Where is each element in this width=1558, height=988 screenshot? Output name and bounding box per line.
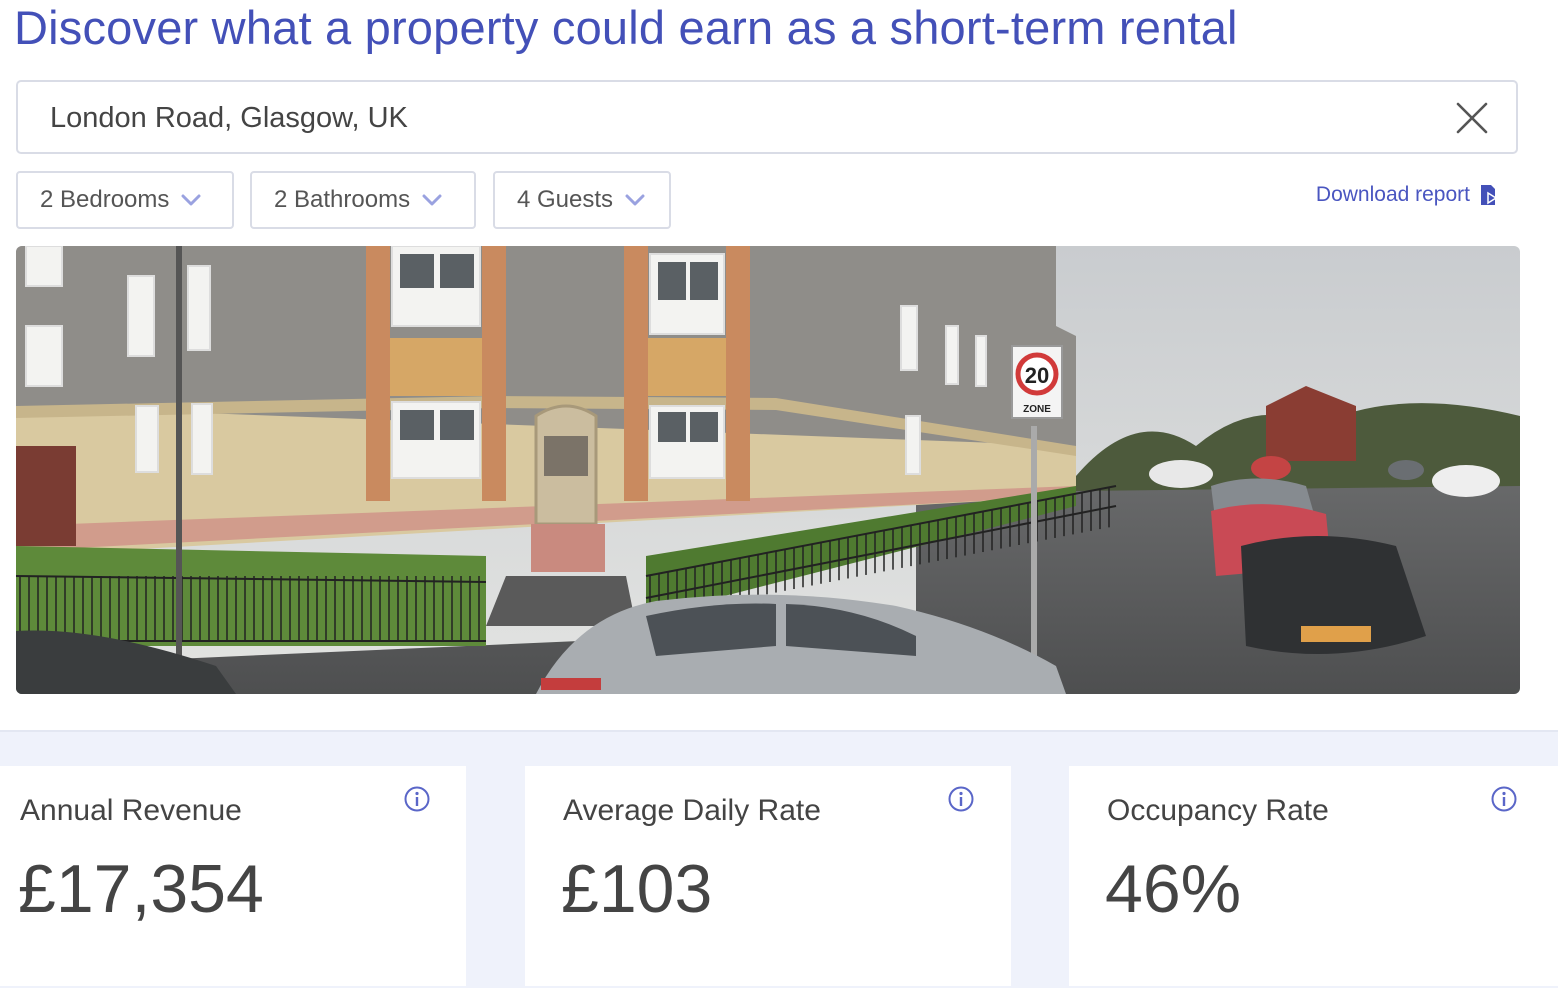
occupancy-rate-card: Occupancy Rate 46% <box>1069 766 1558 986</box>
info-icon[interactable] <box>1491 786 1517 812</box>
speed-sign-number: 20 <box>1025 363 1049 388</box>
average-daily-rate-value: £103 <box>561 851 713 927</box>
page-title: Discover what a property could earn as a… <box>14 1 1238 54</box>
download-report-link[interactable]: Download report <box>1316 183 1498 207</box>
occupancy-rate-label: Occupancy Rate <box>1107 794 1329 827</box>
bedrooms-dropdown[interactable]: 2 Bedrooms <box>16 171 234 229</box>
address-search-input[interactable] <box>48 82 1432 154</box>
address-search-box[interactable] <box>16 80 1518 154</box>
average-daily-rate-label: Average Daily Rate <box>563 794 821 827</box>
average-daily-rate-card: Average Daily Rate £103 <box>525 766 1011 986</box>
property-street-photo: 20 ZONE <box>16 246 1520 694</box>
info-icon[interactable] <box>948 786 974 812</box>
chevron-down-icon <box>181 194 201 206</box>
annual-revenue-card: Annual Revenue £17,354 <box>0 766 466 986</box>
download-report-label: Download report <box>1315 183 1470 206</box>
guests-label: 4 Guests <box>517 186 614 213</box>
annual-revenue-label: Annual Revenue <box>20 794 242 827</box>
info-icon[interactable] <box>404 786 430 812</box>
chevron-down-icon <box>625 194 645 206</box>
annual-revenue-value: £17,354 <box>18 851 264 927</box>
speed-sign-text: ZONE <box>1023 404 1051 415</box>
close-icon[interactable] <box>1454 100 1490 136</box>
bathrooms-label: 2 Bathrooms <box>274 186 411 213</box>
bathrooms-dropdown[interactable]: 2 Bathrooms <box>250 171 476 229</box>
guests-dropdown[interactable]: 4 Guests <box>493 171 671 229</box>
occupancy-rate-value: 46% <box>1105 851 1242 927</box>
chevron-down-icon <box>422 194 442 206</box>
document-download-icon <box>1481 185 1498 205</box>
bedrooms-label: 2 Bedrooms <box>40 186 170 213</box>
